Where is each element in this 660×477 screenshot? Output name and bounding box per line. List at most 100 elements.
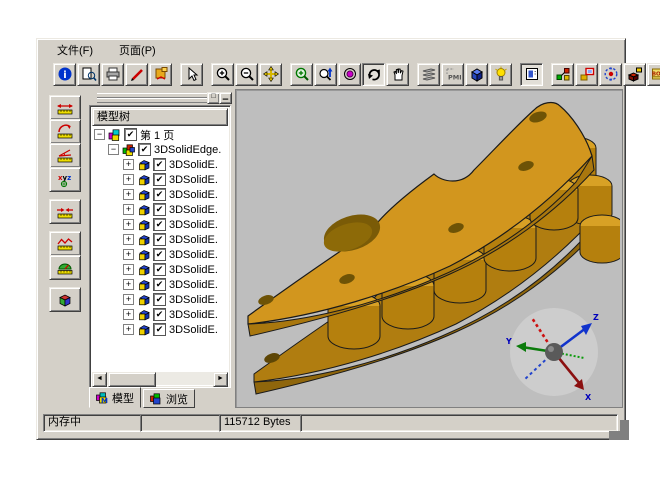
print-preview-button[interactable] (77, 63, 100, 86)
tree-part-row[interactable]: + ✔ 3DSolidE. (92, 202, 228, 217)
expand-icon[interactable]: + (123, 309, 134, 320)
expand-icon[interactable]: + (123, 234, 134, 245)
visibility-checkbox[interactable]: ✔ (124, 128, 137, 141)
panel-hide-button[interactable]: ▁ (219, 92, 232, 104)
tab-browse[interactable]: 浏览 (143, 389, 195, 408)
part-icon (137, 174, 150, 186)
tree-assembly-row[interactable]: − ✔ 3DSolidEdge. (92, 142, 228, 157)
bom-button[interactable]: BOM (647, 63, 660, 86)
shaded-view-button[interactable] (465, 63, 488, 86)
resize-grip[interactable] (608, 419, 620, 431)
measure-length-button[interactable] (49, 231, 81, 256)
part-icon (137, 324, 150, 336)
measure-radius-button[interactable] (49, 119, 81, 144)
tree-part-row[interactable]: + ✔ 3DSolidE. (92, 232, 228, 247)
toolbar-separator (283, 64, 290, 85)
part-icon (137, 204, 150, 216)
expand-icon[interactable]: + (123, 264, 134, 275)
tree-part-rows: + ✔ 3DSolidE. + ✔ 3DSolidE. (92, 157, 228, 337)
tree-part-row[interactable]: + ✔ 3DSolidE. (92, 307, 228, 322)
spin-center-button[interactable] (338, 63, 361, 86)
visibility-checkbox[interactable]: ✔ (153, 263, 166, 276)
visibility-checkbox[interactable]: ✔ (153, 233, 166, 246)
expand-icon[interactable]: + (123, 189, 134, 200)
info-button[interactable]: i (53, 63, 76, 86)
markup-button[interactable] (125, 63, 148, 86)
zoom-out-button[interactable] (235, 63, 258, 86)
info-icon: i (57, 66, 73, 82)
visibility-checkbox[interactable]: ✔ (153, 293, 166, 306)
expand-icon[interactable]: + (123, 279, 134, 290)
explode-button[interactable] (599, 63, 622, 86)
visibility-checkbox[interactable]: ✔ (153, 248, 166, 261)
pages-panel-button[interactable] (520, 63, 543, 86)
expand-icon[interactable]: + (123, 174, 134, 185)
parts-button[interactable] (623, 63, 646, 86)
visibility-checkbox[interactable]: ✔ (153, 158, 166, 171)
measure-angle-button[interactable] (49, 143, 81, 168)
tree-root-row[interactable]: − ✔ 第 1 页 (92, 127, 228, 142)
zoom-window-button[interactable] (290, 63, 313, 86)
collapse-icon[interactable]: − (108, 144, 119, 155)
tree-part-row[interactable]: + ✔ 3DSolidE. (92, 322, 228, 337)
measure-distance-button[interactable] (49, 95, 81, 120)
measure-coordinate-icon: xyz (56, 172, 74, 188)
wireframe-button[interactable] (417, 63, 440, 86)
tree-part-row[interactable]: + ✔ 3DSolidE. (92, 262, 228, 277)
visibility-checkbox[interactable]: ✔ (153, 308, 166, 321)
tab-model[interactable]: M 模型 (89, 387, 141, 408)
menu-page[interactable]: 页面(P) (117, 41, 158, 59)
scroll-thumb[interactable] (108, 372, 156, 387)
stamp-button[interactable] (149, 63, 172, 86)
measure-area-button[interactable] (49, 255, 81, 280)
part-icon (137, 159, 150, 171)
svg-text:M: M (101, 397, 108, 404)
viewport[interactable]: Z X Y (235, 89, 623, 408)
tree-part-row[interactable]: + ✔ 3DSolidE. (92, 277, 228, 292)
scroll-left-button[interactable]: ◄ (92, 372, 107, 387)
expand-icon[interactable]: + (123, 249, 134, 260)
visibility-checkbox[interactable]: ✔ (153, 323, 166, 336)
expand-icon[interactable]: + (123, 219, 134, 230)
tree-part-row[interactable]: + ✔ 3DSolidE. (92, 292, 228, 307)
light-button[interactable] (489, 63, 512, 86)
pmi-button[interactable]: PMI (441, 63, 464, 86)
expand-icon[interactable]: + (123, 294, 134, 305)
visibility-checkbox[interactable]: ✔ (153, 173, 166, 186)
visibility-checkbox[interactable]: ✔ (153, 278, 166, 291)
tree-part-row[interactable]: + ✔ 3DSolidE. (92, 157, 228, 172)
expand-icon[interactable]: + (123, 324, 134, 335)
collapse-icon[interactable]: − (94, 129, 105, 140)
visibility-checkbox[interactable]: ✔ (153, 188, 166, 201)
pan-button[interactable] (386, 63, 409, 86)
visibility-checkbox[interactable]: ✔ (153, 218, 166, 231)
axis-indicator[interactable]: Z X Y (505, 308, 599, 402)
tree-part-row[interactable]: + ✔ 3DSolidE. (92, 247, 228, 262)
rotate-button[interactable] (362, 63, 385, 86)
measure-min-distance-button[interactable] (49, 199, 81, 224)
measure-volume-button[interactable] (49, 287, 81, 312)
scroll-track[interactable] (156, 372, 213, 385)
menu-file[interactable]: 文件(F) (55, 41, 95, 59)
measure-coordinate-button[interactable]: xyz (49, 167, 81, 192)
tree-title: 模型树 (92, 108, 228, 126)
hide-icon: ▁ (223, 93, 228, 100)
tree-part-row[interactable]: + ✔ 3DSolidE. (92, 187, 228, 202)
visibility-checkbox[interactable]: ✔ (153, 203, 166, 216)
print-button[interactable] (101, 63, 124, 86)
tree-part-row[interactable]: + ✔ 3DSolidE. (92, 172, 228, 187)
scroll-right-button[interactable]: ► (213, 372, 228, 387)
expand-icon[interactable]: + (123, 159, 134, 170)
assembly-button[interactable] (551, 63, 574, 86)
select-button[interactable] (180, 63, 203, 86)
snapshot-button[interactable] (575, 63, 598, 86)
bom-icon: BOM (651, 66, 660, 82)
visibility-checkbox[interactable]: ✔ (138, 143, 151, 156)
expand-icon[interactable]: + (123, 204, 134, 215)
measure-radius-icon (56, 124, 74, 140)
zoom-in-button[interactable] (211, 63, 234, 86)
panel-gripper[interactable] (97, 98, 215, 103)
fit-window-button[interactable] (259, 63, 282, 86)
tree-part-row[interactable]: + ✔ 3DSolidE. (92, 217, 228, 232)
zoom-dynamic-button[interactable] (314, 63, 337, 86)
